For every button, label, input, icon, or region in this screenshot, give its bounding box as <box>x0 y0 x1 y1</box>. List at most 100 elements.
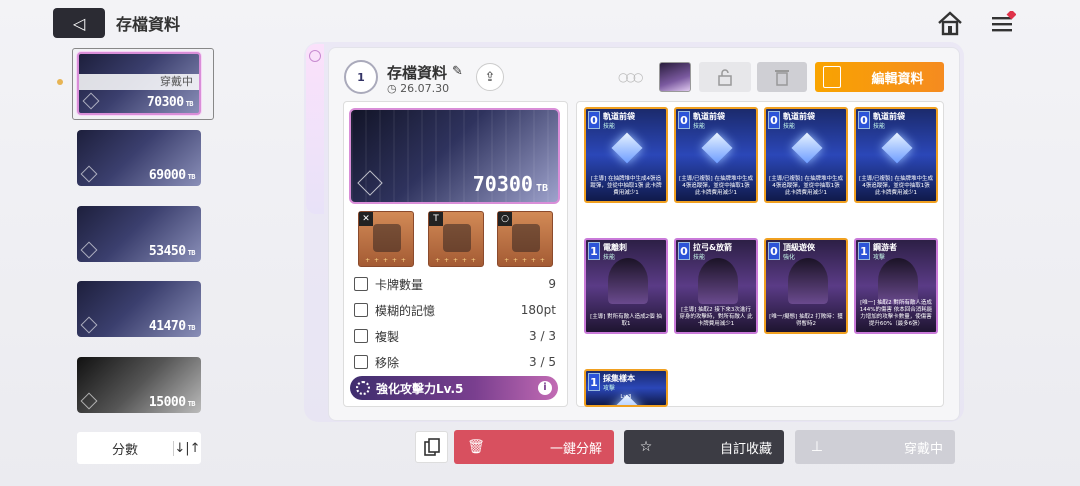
pencil-icon[interactable]: ✎ <box>452 64 463 79</box>
deck-slot-4[interactable]: 41470 TB <box>77 281 201 337</box>
deck-emblem-icon <box>357 170 383 196</box>
deck-banner: 70300 TB <box>349 108 560 204</box>
game-card[interactable]: 0 軌道前袋 技能 [主導] 在抽牌堆中生成4張追蹤彈，並從中抽取1張 此卡牌費用減少… <box>584 107 668 203</box>
card-cost: 0 <box>678 242 690 260</box>
card-type: 攻擊 <box>873 254 886 261</box>
star-edit-icon: ☆ <box>639 439 653 455</box>
back-button[interactable]: ◁ <box>53 8 105 38</box>
buff-bar[interactable]: 強化攻擊力Lv.5 i <box>350 376 558 400</box>
character-art <box>788 258 828 304</box>
game-card[interactable]: 1 電離刺 技能 [主導] 對所有敵人造成2個 抽取1 <box>584 238 668 334</box>
card-type: 攻擊 <box>603 385 616 392</box>
selection-dot <box>57 79 63 85</box>
info-icon[interactable]: i <box>538 381 552 395</box>
card-cost: 0 <box>678 111 690 129</box>
card-description: [唯一] 抽取2 對所有敵人造成144%的傷害 依本回合消耗能力增加的攻擊卡數量… <box>859 300 933 327</box>
deck-date: ◷ 26.07.30 <box>387 82 449 95</box>
share-button[interactable]: ⇪ <box>476 63 504 91</box>
equip-stars: + + + + + <box>435 257 477 264</box>
rings-icon: ○○○ <box>618 70 643 84</box>
back-icon: ◁ <box>72 13 86 33</box>
deck-value: 15000 <box>148 395 186 410</box>
copy-icon <box>354 329 368 343</box>
equip-slot-ring[interactable]: ○ + + + + + <box>497 211 553 267</box>
game-card[interactable]: 1 採集樣本 攻擊 Lv.3 <box>584 369 668 407</box>
stat-label: 模糊的記憶 <box>375 303 436 318</box>
share-icon: ⇪ <box>484 69 496 85</box>
card-cost: 0 <box>858 111 870 129</box>
copy-deck-button[interactable] <box>415 431 448 463</box>
crystal-art <box>611 132 643 164</box>
card-type: 強化 <box>783 254 796 261</box>
equip-stars: + + + + + <box>365 257 407 264</box>
character-art <box>608 258 648 304</box>
page-title: 存檔資料 <box>116 15 181 34</box>
equip-button[interactable]: ⊥ 穿戴中 <box>795 430 955 464</box>
game-card[interactable]: 0 頂級遊俠 強化 [唯一/擬態] 抽取2 打敗時：獲得暫時2 <box>764 238 848 334</box>
game-card[interactable]: 0 軌道前袋 技能 [主導/已複製] 在抽牌堆中生成4張追蹤彈，並從中抽取1張 此卡牌… <box>674 107 758 203</box>
trash-icon <box>775 70 789 86</box>
equip-slot-weapon[interactable]: ✕ + + + + + <box>358 211 414 267</box>
card-description: [主導/已複製] 在抽牌堆中生成4張追蹤彈，並從中抽取1張 此卡牌費用減少1 <box>679 176 753 196</box>
equip-label: 穿戴中 <box>903 441 943 457</box>
sort-order-icon[interactable]: ↓|↑ <box>173 440 201 456</box>
crystal-art <box>701 132 733 164</box>
game-card[interactable]: 0 拉弓&放箭 技能 [主導] 抽取2 接下來3次進行穿身的攻擊時，對所有敵人 此卡牌… <box>674 238 758 334</box>
deck-unit: TB <box>185 100 194 108</box>
shirt-icon: T <box>429 212 443 226</box>
sort-dropdown[interactable]: 分數 ↓|↑ <box>77 432 201 464</box>
card-type: 技能 <box>603 254 616 261</box>
sort-label: 分數 <box>111 442 138 458</box>
equip-stars: + + + + + <box>504 257 546 264</box>
deck-slot-3[interactable]: 53450 TB <box>77 206 201 262</box>
lock-button[interactable] <box>699 62 751 92</box>
edit-deck-label: 編輯資料 <box>871 71 924 87</box>
equip-slot-armor[interactable]: T + + + + + <box>428 211 484 267</box>
deck-unit: TB <box>187 400 196 408</box>
card-count-icon <box>354 277 368 291</box>
game-card[interactable]: 0 軌道前袋 技能 [主導/已複製] 在抽牌堆中生成4張追蹤彈，並從中抽取1張 此卡牌… <box>764 107 848 203</box>
deck-emblem-icon <box>82 92 100 110</box>
avatar[interactable] <box>659 62 691 92</box>
equipped-label: 穿戴中 <box>79 74 199 90</box>
card-type: 技能 <box>873 123 886 130</box>
deck-emblem-icon <box>80 241 98 259</box>
side-ornament <box>306 44 324 214</box>
card-description: [主導] 對所有敵人造成2個 抽取1 <box>590 314 662 327</box>
deck-slot-1[interactable]: 穿戴中 70300 TB <box>77 52 201 115</box>
deck-unit: TB <box>187 249 196 257</box>
buff-label: 強化攻擊力Lv.5 <box>376 381 464 396</box>
clock-icon: ◷ <box>387 82 401 95</box>
stat-copy: 複製 3 / 3 <box>354 325 556 347</box>
gear-icon <box>356 381 370 395</box>
card-cost: 0 <box>588 111 600 129</box>
stat-remove: 移除 3 / 5 <box>354 351 556 373</box>
delete-button[interactable] <box>757 62 807 92</box>
hanger-icon: ⊥ <box>810 439 824 455</box>
stat-value: 3 / 3 <box>529 329 556 343</box>
favorite-button[interactable]: ☆ 自訂收藏 <box>624 430 784 464</box>
deck-date-value: 26.07.30 <box>400 82 450 95</box>
card-description: [主導/已複製] 在抽牌堆中生成4張追蹤彈，並從中抽取1張 此卡牌費用減少1 <box>859 176 933 196</box>
banner-value: 70300 <box>472 172 533 196</box>
remove-icon <box>354 355 368 369</box>
stat-value: 3 / 5 <box>529 355 556 369</box>
edit-deck-button[interactable]: 編輯資料 <box>815 62 944 92</box>
decompose-button[interactable]: 🗑 一鍵分解 <box>454 430 614 464</box>
armor-image <box>443 224 471 252</box>
card-description: [主導] 在抽牌堆中生成4張追蹤彈，並從中抽取1張 此卡牌費用減少1 <box>590 176 662 196</box>
deck-slot-5[interactable]: 15000 TB <box>77 357 201 413</box>
sword-icon: ✕ <box>359 212 373 226</box>
ring-image <box>512 224 540 252</box>
decompose-label: 一鍵分解 <box>549 441 602 457</box>
menu-icon[interactable] <box>990 11 1016 37</box>
home-icon[interactable] <box>936 10 964 38</box>
deck-value: 53450 <box>148 244 186 259</box>
deck-unit: TB <box>187 324 196 332</box>
copy-icon <box>423 438 440 456</box>
card-description: [主導/已複製] 在抽牌堆中生成4張追蹤彈，並從中抽取1張 此卡牌費用減少1 <box>769 176 843 196</box>
game-card[interactable]: 0 軌道前袋 技能 [主導/已複製] 在抽牌堆中生成4張追蹤彈，並從中抽取1張 此卡牌… <box>854 107 938 203</box>
stat-faded-memory: 模糊的記憶 180pt <box>354 299 556 321</box>
game-card[interactable]: 1 鋼游者 攻擊 [唯一] 抽取2 對所有敵人造成144%的傷害 依本回合消耗能力增加… <box>854 238 938 334</box>
deck-slot-2[interactable]: 69000 TB <box>77 130 201 186</box>
